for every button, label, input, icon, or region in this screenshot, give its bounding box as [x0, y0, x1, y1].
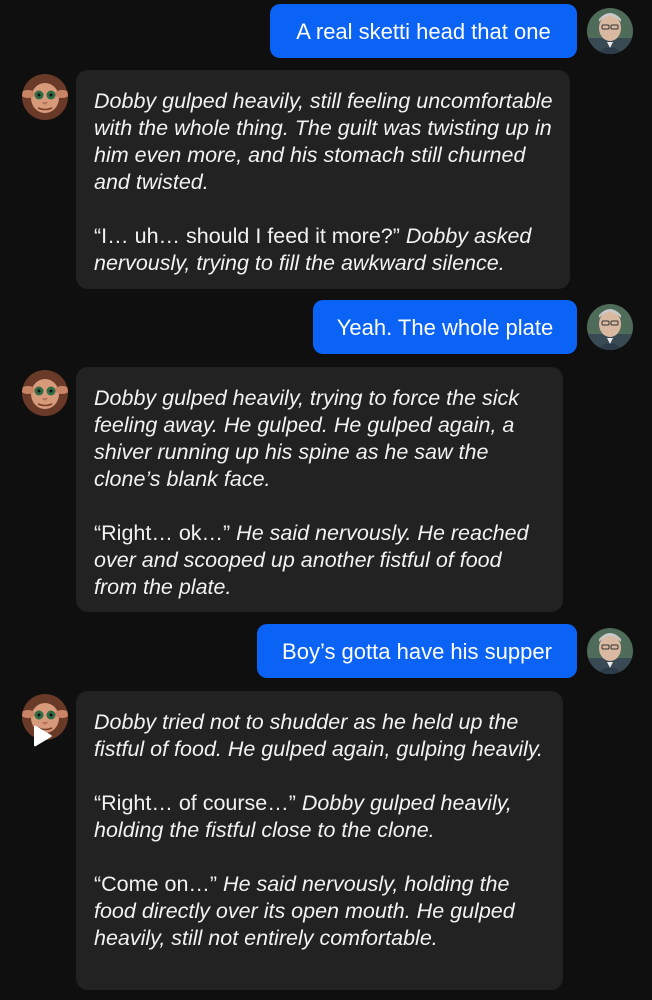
narration-text: Dobby gulped heavily, still feeling unco…	[94, 89, 553, 194]
user-avatar-icon[interactable]	[587, 304, 633, 350]
user-message-text: A real sketti head that one	[296, 18, 551, 44]
bot-message-bubble[interactable]: Dobby gulped heavily, still feeling unco…	[76, 70, 570, 289]
bot-message-paragraph: Dobby gulped heavily, still feeling unco…	[94, 88, 554, 196]
dialogue-text: “I… uh… should I feed it more?”	[94, 224, 400, 248]
bot-message-paragraph: Dobby gulped heavily, trying to force th…	[94, 385, 547, 493]
user-message-bubble[interactable]: Boy’s gotta have his supper	[257, 624, 577, 678]
user-avatar-icon[interactable]	[587, 8, 633, 54]
user-message-text: Boy’s gotta have his supper	[282, 638, 552, 664]
bot-message-bubble[interactable]: Dobby gulped heavily, trying to force th…	[76, 367, 563, 612]
dialogue-text: “Right… of course…”	[94, 791, 296, 815]
user-avatar-icon[interactable]	[587, 628, 633, 674]
bot-message-bubble[interactable]: Dobby tried not to shudder as he held up…	[76, 691, 563, 990]
bot-message-paragraph: “Right… ok…” He said nervously. He reach…	[94, 520, 547, 601]
bot-message-paragraph: “I… uh… should I feed it more?” Dobby as…	[94, 223, 554, 277]
bot-message-paragraph: Dobby tried not to shudder as he held up…	[94, 709, 547, 763]
bot-message-body: Dobby gulped heavily, still feeling unco…	[94, 88, 554, 277]
dobby-avatar-icon[interactable]	[22, 370, 68, 416]
user-message-bubble[interactable]: Yeah. The whole plate	[313, 300, 577, 354]
bot-message-body: Dobby tried not to shudder as he held up…	[94, 709, 547, 952]
play-icon[interactable]	[32, 724, 54, 748]
bot-message-paragraph: “Come on…” He said nervously, holding th…	[94, 871, 547, 952]
user-message-bubble[interactable]: A real sketti head that one	[270, 4, 577, 58]
dobby-avatar-icon[interactable]	[22, 74, 68, 120]
chat-thread: A real sketti head that one Dobby gulped…	[0, 0, 652, 1000]
bot-message-paragraph: “Right… of course…” Dobby gulped heavily…	[94, 790, 547, 844]
narration-text: Dobby gulped heavily, trying to force th…	[94, 386, 520, 491]
bot-message-body: Dobby gulped heavily, trying to force th…	[94, 385, 547, 601]
narration-text: Dobby tried not to shudder as he held up…	[94, 710, 544, 761]
dialogue-text: “Right… ok…”	[94, 521, 231, 545]
dialogue-text: “Come on…”	[94, 872, 218, 896]
user-message-text: Yeah. The whole plate	[336, 314, 554, 340]
